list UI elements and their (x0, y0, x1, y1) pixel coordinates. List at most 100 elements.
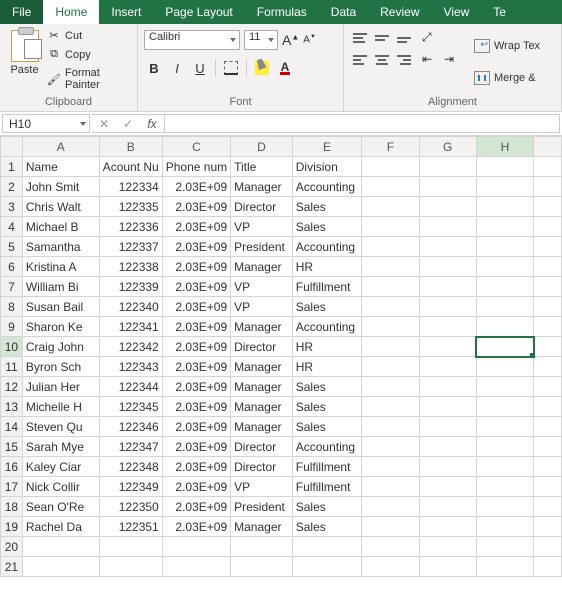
cell[interactable]: 122340 (99, 297, 162, 317)
cell[interactable]: Sales (292, 397, 362, 417)
cancel-formula-button[interactable]: ✕ (92, 117, 116, 131)
row-header[interactable]: 10 (1, 337, 23, 357)
cell[interactable] (231, 537, 293, 557)
cell[interactable]: 2.03E+09 (162, 297, 230, 317)
cell[interactable] (476, 197, 533, 217)
cell[interactable]: Manager (231, 257, 293, 277)
align-center-button[interactable] (372, 52, 392, 70)
column-header-D[interactable]: D (231, 137, 293, 157)
cell[interactable] (534, 497, 562, 517)
cell[interactable]: Samantha (22, 237, 99, 257)
row-header[interactable]: 9 (1, 317, 23, 337)
cell[interactable]: 2.03E+09 (162, 517, 230, 537)
cell[interactable] (534, 337, 562, 357)
cell[interactable]: VP (231, 297, 293, 317)
cell[interactable] (362, 317, 419, 337)
cell[interactable] (362, 177, 419, 197)
cell[interactable]: Accounting (292, 177, 362, 197)
cell[interactable]: Manager (231, 177, 293, 197)
cell[interactable]: 2.03E+09 (162, 197, 230, 217)
row-header[interactable]: 1 (1, 157, 23, 177)
cell[interactable]: Title (231, 157, 293, 177)
cell[interactable] (362, 217, 419, 237)
formula-input[interactable] (165, 114, 560, 133)
cell[interactable]: 122344 (99, 377, 162, 397)
cell[interactable] (419, 517, 476, 537)
cell[interactable] (362, 497, 419, 517)
row-header[interactable]: 4 (1, 217, 23, 237)
cell[interactable]: HR (292, 357, 362, 377)
cell[interactable] (476, 517, 533, 537)
cell[interactable]: Julian Her (22, 377, 99, 397)
cell[interactable]: 122338 (99, 257, 162, 277)
cell[interactable] (534, 557, 562, 577)
cell[interactable] (419, 257, 476, 277)
cell[interactable] (362, 477, 419, 497)
cell[interactable] (419, 377, 476, 397)
grow-font-button[interactable]: A▲ (282, 32, 299, 48)
cell[interactable]: 2.03E+09 (162, 437, 230, 457)
cell[interactable] (99, 557, 162, 577)
font-name-select[interactable]: Calibri (144, 30, 240, 50)
cell[interactable]: 122339 (99, 277, 162, 297)
cell[interactable]: Director (231, 457, 293, 477)
cell[interactable] (534, 237, 562, 257)
increase-indent-button[interactable]: ⇥ (444, 52, 464, 70)
cell[interactable]: Sharon Ke (22, 317, 99, 337)
cell[interactable]: Director (231, 337, 293, 357)
spreadsheet-grid[interactable]: ABCDEFGH 1NameAcount NuPhone numTitleDiv… (0, 136, 562, 577)
cell[interactable]: Manager (231, 417, 293, 437)
orientation-button[interactable]: ⤢ (422, 30, 442, 48)
cell[interactable]: Fulfillment (292, 477, 362, 497)
cell[interactable]: Michael B (22, 217, 99, 237)
cell[interactable]: HR (292, 337, 362, 357)
font-size-select[interactable]: 11 (244, 30, 278, 50)
tab-view[interactable]: View (432, 0, 482, 24)
cell[interactable] (534, 537, 562, 557)
cell[interactable]: Michelle H (22, 397, 99, 417)
cell[interactable]: Sales (292, 417, 362, 437)
cell[interactable]: Accounting (292, 437, 362, 457)
cell[interactable] (476, 157, 533, 177)
tab-formulas[interactable]: Formulas (245, 0, 319, 24)
cell[interactable]: Kaley Ciar (22, 457, 99, 477)
tab-file[interactable]: File (0, 0, 43, 24)
borders-button[interactable] (221, 58, 241, 78)
cell[interactable]: 122345 (99, 397, 162, 417)
cell[interactable] (534, 457, 562, 477)
cell[interactable] (22, 537, 99, 557)
cell[interactable] (362, 537, 419, 557)
cell[interactable] (476, 497, 533, 517)
row-header[interactable]: 16 (1, 457, 23, 477)
cell[interactable] (419, 477, 476, 497)
cell[interactable]: 2.03E+09 (162, 317, 230, 337)
tab-review[interactable]: Review (368, 0, 431, 24)
cell[interactable] (476, 537, 533, 557)
cell[interactable]: 2.03E+09 (162, 417, 230, 437)
name-box[interactable]: H10 (2, 114, 90, 133)
cell[interactable] (362, 557, 419, 577)
cell[interactable] (534, 297, 562, 317)
cell[interactable] (419, 317, 476, 337)
merge-center-button[interactable]: Merge & (472, 68, 542, 88)
cell[interactable] (362, 517, 419, 537)
cell[interactable]: 122341 (99, 317, 162, 337)
paste-button[interactable]: Paste (6, 26, 43, 94)
cell[interactable] (419, 417, 476, 437)
cell[interactable] (476, 437, 533, 457)
cell[interactable]: Sales (292, 297, 362, 317)
cell[interactable] (476, 457, 533, 477)
cell[interactable] (476, 277, 533, 297)
cell[interactable]: HR (292, 257, 362, 277)
cell[interactable] (292, 557, 362, 577)
tab-insert[interactable]: Insert (99, 0, 153, 24)
cell[interactable] (99, 537, 162, 557)
cell[interactable]: 122351 (99, 517, 162, 537)
cell[interactable] (162, 537, 230, 557)
cell[interactable]: 2.03E+09 (162, 177, 230, 197)
cell[interactable]: 122346 (99, 417, 162, 437)
cell[interactable] (476, 557, 533, 577)
column-header-G[interactable]: G (419, 137, 476, 157)
cell[interactable]: 2.03E+09 (162, 277, 230, 297)
cell[interactable]: Chris Walt (22, 197, 99, 217)
